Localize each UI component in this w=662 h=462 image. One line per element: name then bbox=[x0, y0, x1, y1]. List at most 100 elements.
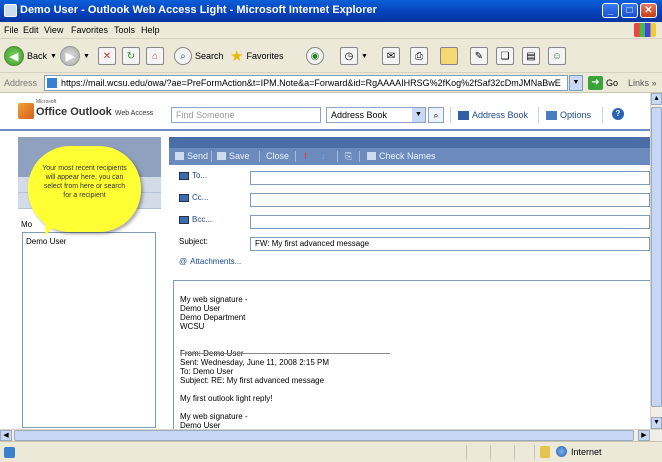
horizontal-scroll-thumb[interactable] bbox=[14, 430, 634, 441]
url-dropdown-button[interactable]: ▼ bbox=[569, 75, 583, 91]
search-icon: ⌕ bbox=[174, 47, 192, 65]
url-input[interactable]: https://mail.wcsu.edu/owa/?ae=PreFormAct… bbox=[44, 75, 568, 91]
menu-help[interactable]: Help bbox=[141, 25, 160, 35]
scroll-right-icon[interactable]: ▶ bbox=[638, 430, 650, 441]
stop-button[interactable]: ✕ bbox=[98, 45, 116, 67]
maximize-button[interactable]: □ bbox=[621, 3, 638, 18]
favorites-star-icon: ★ bbox=[230, 48, 244, 65]
media-button[interactable]: ◉ bbox=[306, 45, 324, 67]
scroll-down-icon[interactable]: ▼ bbox=[651, 417, 662, 429]
message-body-editor[interactable]: My web signature - Demo User Demo Depart… bbox=[173, 280, 650, 429]
to-label: To... bbox=[192, 171, 208, 180]
edit-button[interactable]: ✎ bbox=[470, 45, 488, 67]
owa-product-name: Office Outlook bbox=[36, 106, 112, 118]
url-text: https://mail.wcsu.edu/owa/?ae=PreFormAct… bbox=[61, 78, 561, 88]
go-label: Go bbox=[606, 78, 619, 88]
find-someone-input[interactable]: Find Someone bbox=[171, 107, 321, 123]
research-button[interactable]: ▤ bbox=[522, 45, 540, 67]
mail-button[interactable]: ✉ bbox=[382, 45, 400, 67]
save-icon bbox=[217, 152, 226, 160]
folder-button[interactable] bbox=[440, 45, 458, 67]
favorites-label: Favorites bbox=[246, 51, 284, 61]
send-button[interactable]: Send bbox=[175, 151, 208, 161]
bcc-button[interactable]: Bcc... bbox=[179, 215, 212, 224]
back-button[interactable]: ◀ Back ▼ bbox=[4, 45, 57, 67]
close-compose-label: Close bbox=[266, 151, 290, 161]
paperclip-icon: @ bbox=[179, 257, 188, 266]
window-titlebar: Demo User - Outlook Web Access Light - M… bbox=[0, 0, 662, 22]
check-names-button[interactable]: Check Names bbox=[367, 151, 436, 161]
scroll-up-icon[interactable]: ▲ bbox=[651, 93, 662, 105]
close-window-button[interactable]: ✕ bbox=[640, 3, 657, 18]
find-someone-search-button[interactable]: ⌕ bbox=[428, 107, 444, 123]
forward-arrow-icon: ▶ bbox=[60, 46, 80, 66]
search-button[interactable]: ⌕ Search bbox=[174, 45, 224, 67]
go-button[interactable]: ➜ Go bbox=[588, 76, 618, 90]
recent-recipient-item[interactable]: Demo User bbox=[26, 237, 66, 246]
attachments-label: Attachments... bbox=[190, 257, 242, 266]
save-button[interactable]: Save bbox=[217, 151, 250, 161]
go-arrow-icon: ➜ bbox=[588, 76, 603, 90]
office-logo-icon bbox=[18, 103, 34, 119]
owa-product-title: Office Outlook Web Access bbox=[36, 106, 153, 118]
to-field[interactable] bbox=[250, 171, 650, 185]
internet-globe-icon bbox=[556, 446, 567, 457]
status-cell-divider bbox=[466, 445, 467, 460]
toolbar-separator bbox=[359, 151, 360, 162]
compose-toolbar: Send Save Close ! ↓ ⎘ Check Names bbox=[169, 148, 650, 165]
toolbar-separator bbox=[337, 151, 338, 162]
options-link[interactable]: Options bbox=[546, 110, 591, 120]
attachments-link[interactable]: @ Attachments... bbox=[179, 257, 241, 266]
menu-view[interactable]: View bbox=[44, 25, 63, 35]
menu-file[interactable]: File bbox=[4, 25, 19, 35]
print-button[interactable]: ⎙ bbox=[410, 45, 428, 67]
back-dropdown-icon: ▼ bbox=[50, 52, 57, 60]
vertical-scroll-thumb[interactable] bbox=[651, 107, 662, 407]
header-divider bbox=[538, 107, 539, 123]
search-label: Search bbox=[195, 51, 224, 61]
messenger-button[interactable]: ☺ bbox=[548, 45, 566, 67]
scroll-left-icon[interactable]: ◀ bbox=[0, 430, 12, 441]
address-book-link[interactable]: Address Book bbox=[458, 110, 528, 120]
subject-field[interactable]: FW: My first advanced message bbox=[250, 237, 650, 251]
horizontal-scrollbar[interactable]: ◀ ▶ bbox=[0, 429, 662, 441]
vertical-scrollbar[interactable]: ▲ ▼ bbox=[650, 93, 662, 429]
paperclip-icon: ⎘ bbox=[345, 151, 353, 161]
minimize-button[interactable]: _ bbox=[602, 3, 619, 18]
links-button[interactable]: Links » bbox=[628, 78, 657, 88]
to-button[interactable]: To... bbox=[179, 171, 207, 180]
owa-header: Microsoft Office Outlook Web Access Find… bbox=[0, 93, 650, 131]
window-title: Demo User - Outlook Web Access Light - M… bbox=[20, 4, 377, 16]
cc-field[interactable] bbox=[250, 193, 650, 207]
address-book-select[interactable]: Address Book ▼ bbox=[326, 107, 426, 123]
menu-edit[interactable]: Edit bbox=[23, 25, 39, 35]
refresh-button[interactable]: ↻ bbox=[122, 45, 140, 67]
home-button[interactable]: ⌂ bbox=[146, 45, 164, 67]
home-icon: ⌂ bbox=[146, 47, 164, 65]
mail-icon: ✉ bbox=[382, 47, 400, 65]
high-importance-button[interactable]: ! bbox=[304, 151, 307, 161]
favorites-button[interactable]: ★ Favorites bbox=[230, 45, 283, 67]
toolbar-separator bbox=[259, 151, 260, 162]
cc-button[interactable]: Cc... bbox=[179, 193, 208, 202]
close-compose-button[interactable]: Close bbox=[266, 151, 289, 161]
recent-recipients-list[interactable]: Demo User bbox=[22, 232, 156, 428]
bcc-field[interactable] bbox=[250, 215, 650, 229]
forward-button[interactable]: ▶ ▼ bbox=[60, 45, 90, 67]
forward-dropdown-icon: ▼ bbox=[83, 52, 90, 60]
media-icon: ◉ bbox=[306, 47, 324, 65]
address-bar: Address https://mail.wcsu.edu/owa/?ae=Pr… bbox=[0, 73, 662, 93]
menu-favorites[interactable]: Favorites bbox=[71, 25, 108, 35]
security-zone-label: Internet bbox=[571, 447, 602, 457]
help-icon[interactable]: ? bbox=[612, 108, 624, 120]
attach-toolbar-button[interactable]: ⎘ bbox=[345, 151, 352, 162]
discuss-button[interactable]: ❏ bbox=[496, 45, 514, 67]
low-importance-button[interactable]: ↓ bbox=[321, 151, 326, 161]
check-names-icon bbox=[367, 152, 376, 160]
edit-icon: ✎ bbox=[470, 47, 488, 65]
status-cell-divider bbox=[534, 445, 535, 460]
history-button[interactable]: ◷ ▼ bbox=[340, 45, 368, 67]
menu-tools[interactable]: Tools bbox=[114, 25, 135, 35]
address-book-icon bbox=[179, 215, 189, 224]
bcc-label: Bcc... bbox=[192, 215, 213, 224]
